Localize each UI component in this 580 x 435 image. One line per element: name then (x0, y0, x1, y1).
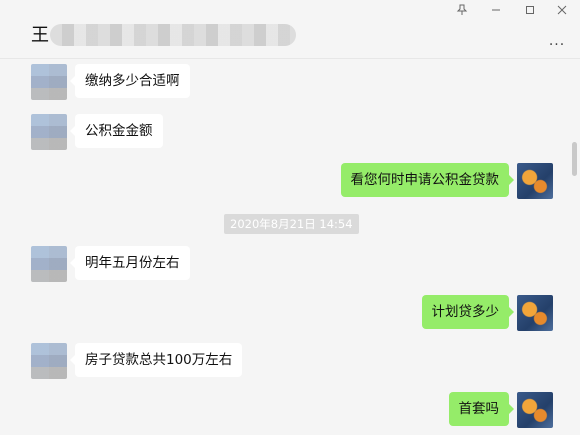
pin-icon[interactable] (452, 4, 472, 20)
contact-avatar[interactable] (31, 64, 67, 100)
contact-name: 王 (31, 25, 49, 46)
my-avatar[interactable] (517, 295, 553, 331)
incoming-message[interactable]: 公积金金额 (70, 114, 163, 148)
scrollbar-thumb[interactable] (572, 142, 577, 176)
contact-avatar[interactable] (31, 343, 67, 379)
incoming-message[interactable]: 明年五月份左右 (70, 246, 190, 280)
title-bar: 王 ... (0, 0, 580, 58)
maximize-icon[interactable] (520, 4, 540, 20)
incoming-message[interactable]: 缴纳多少合适啊 (70, 64, 190, 98)
contact-avatar[interactable] (31, 114, 67, 150)
my-avatar[interactable] (517, 163, 553, 199)
close-icon[interactable] (552, 4, 572, 20)
contact-avatar[interactable] (31, 246, 67, 282)
contact-name-redacted (50, 24, 296, 46)
outgoing-message[interactable]: 首套吗 (448, 392, 514, 426)
incoming-message[interactable]: 房子贷款总共100万左右 (69, 343, 243, 377)
more-options-button[interactable]: ... (546, 34, 568, 48)
title-divider (0, 58, 580, 59)
my-avatar[interactable] (517, 392, 553, 428)
message-timestamp: 2020年8月21日 14:54 (224, 214, 359, 234)
minimize-icon[interactable] (486, 4, 506, 20)
outgoing-message[interactable]: 计划贷多少 (421, 295, 514, 329)
outgoing-message[interactable]: 看您何时申请公积金贷款 (340, 163, 514, 197)
